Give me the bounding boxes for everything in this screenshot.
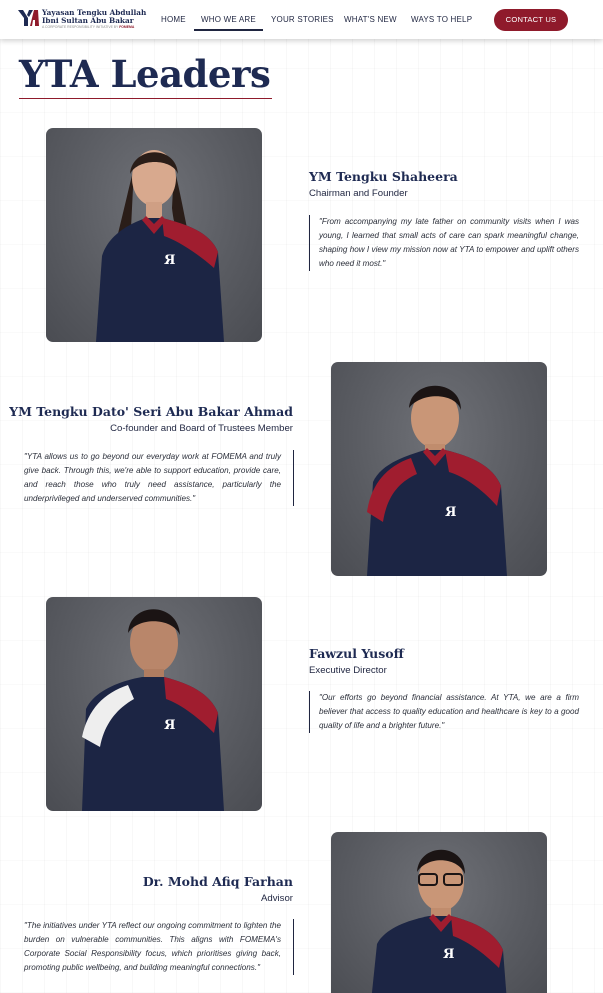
leader-photo-shaheera: Я [46,128,262,342]
logo-tagline: A CORPORATE RESPONSIBILITY INITIATIVE BY… [42,25,162,30]
leader-role: Chairman and Founder [309,188,408,199]
top-navigation-bar: Yayasan Tengku Abdullah Ibni Sultan Abu … [0,0,603,39]
leader-role: Executive Director [309,665,387,676]
svg-text:Я: Я [164,253,175,268]
logo-line-2: Ibni Sultan Abu Bakar [42,16,134,25]
leader-name: YM Tengku Shaheera [309,169,458,184]
leader-photo-abu-bakar: Я [331,362,547,576]
logo-tagline-brand: FOMEMA [119,25,135,29]
contact-us-button[interactable]: CONTACT US [494,9,568,31]
svg-text:Я: Я [164,718,175,733]
leader-quote: "Our efforts go beyond financial assista… [309,691,579,734]
logo-wordmark: Yayasan Tengku Abdullah Ibni Sultan Abu … [42,9,162,30]
page-title: YTA Leaders [19,52,271,96]
leader-quote: "The initiatives under YTA reflect our o… [24,919,294,976]
yta-logo-icon [18,10,39,26]
leader-name: Fawzul Yusoff [309,646,404,661]
svg-text:Я: Я [445,505,456,520]
svg-text:Я: Я [443,947,454,962]
leader-photo-fawzul: Я [46,597,262,811]
nav-item-home[interactable]: HOME [161,0,186,39]
leader-name: YM Tengku Dato' Seri Abu Bakar Ahmad [9,404,293,419]
leader-quote: "YTA allows us to go beyond our everyday… [24,450,294,507]
logo-tagline-text: A CORPORATE RESPONSIBILITY INITIATIVE BY [42,25,119,29]
nav-item-whats-new[interactable]: WHAT'S NEW [344,0,397,39]
leader-role: Advisor [261,893,293,904]
leader-name: Dr. Mohd Afiq Farhan [142,874,293,889]
leader-photo-afiq: Я [331,832,547,993]
nav-item-who-we-are[interactable]: WHO WE ARE [194,0,263,39]
leader-quote: "From accompanying my late father on com… [309,215,579,272]
leader-role: Co-founder and Board of Trustees Member [110,423,293,434]
nav-item-ways-to-help[interactable]: WAYS TO HELP [411,0,472,39]
title-underline [19,98,272,99]
nav-item-your-stories[interactable]: YOUR STORIES [271,0,334,39]
